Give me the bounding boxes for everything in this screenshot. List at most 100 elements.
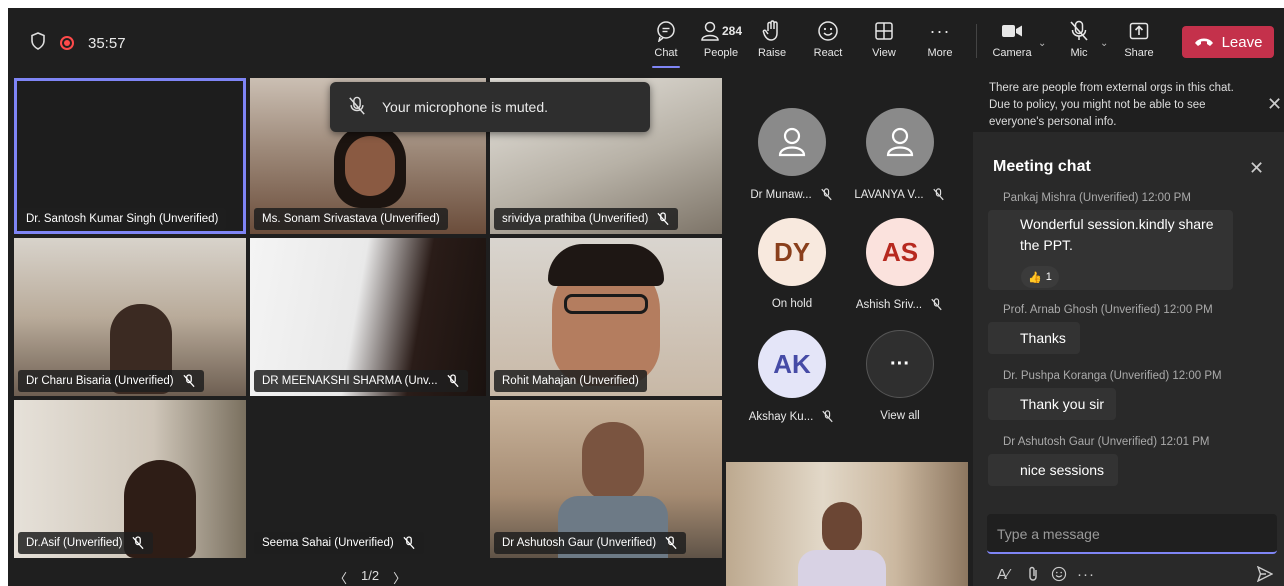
video-tile-5[interactable]: DR MEENAKSHI SHARMA (Unv... bbox=[250, 238, 486, 396]
video-tile-4[interactable]: Dr Charu Bisaria (Unverified) bbox=[14, 238, 246, 396]
raise-hand-button[interactable]: Raise bbox=[754, 18, 790, 68]
participant-avatar[interactable] bbox=[866, 108, 934, 176]
camera-button[interactable]: Camera bbox=[990, 18, 1034, 68]
camera-icon bbox=[1001, 18, 1023, 44]
message-meta: Dr Ashutosh Gaur (Unverified) 12:01 PM bbox=[1003, 436, 1210, 448]
participant-avatar-dy[interactable]: DY bbox=[758, 218, 826, 286]
react-label: React bbox=[813, 47, 843, 59]
people-button[interactable]: 284 People bbox=[696, 18, 746, 68]
meeting-timer: 35:57 bbox=[88, 34, 126, 52]
chat-icon bbox=[655, 18, 677, 44]
participant-avatar[interactable] bbox=[758, 108, 826, 176]
gallery-pager: 〈 1/2 〉 bbox=[334, 568, 406, 586]
camera-options-chevron-icon[interactable]: ⌄ bbox=[1038, 38, 1046, 49]
video-tile-1[interactable]: Dr. Santosh Kumar Singh (Unverified) bbox=[14, 78, 246, 234]
person-icon bbox=[778, 127, 806, 157]
prev-page-button[interactable]: 〈 bbox=[334, 568, 347, 586]
mic-off-icon bbox=[348, 96, 366, 119]
meeting-status: 35:57 bbox=[30, 32, 126, 54]
raise-hand-icon bbox=[762, 18, 782, 44]
format-icon[interactable]: A⁄ bbox=[997, 566, 1010, 583]
mic-off-icon bbox=[932, 188, 946, 202]
participant-name: Akshay Ku... bbox=[737, 410, 847, 424]
mic-off-icon bbox=[930, 298, 944, 312]
chat-message-3[interactable]: nice sessions bbox=[988, 454, 1119, 486]
tile-name-label: Ms. Sonam Srivastava (Unverified) bbox=[254, 208, 448, 230]
tile-name-label: DR MEENAKSHI SHARMA (Unv... bbox=[254, 370, 468, 392]
banner-text: There are people from external orgs in t… bbox=[989, 82, 1234, 128]
mic-off-icon bbox=[821, 410, 835, 424]
chat-label: Chat bbox=[654, 47, 678, 59]
participant-name: On hold bbox=[771, 298, 813, 310]
view-label: View bbox=[872, 47, 896, 59]
share-label: Share bbox=[1124, 47, 1154, 59]
page-indicator: 1/2 bbox=[361, 568, 380, 583]
next-page-button[interactable]: 〉 bbox=[393, 568, 406, 586]
raise-label: Raise bbox=[757, 47, 787, 59]
mic-options-chevron-icon[interactable]: ⌄ bbox=[1100, 38, 1108, 49]
participant-avatar-ak[interactable]: AK bbox=[758, 330, 826, 398]
video-tile-9[interactable]: Dr Ashutosh Gaur (Unverified) bbox=[490, 400, 722, 558]
emoji-icon[interactable] bbox=[1051, 566, 1067, 586]
leave-button[interactable]: Leave bbox=[1182, 26, 1274, 58]
video-tile-7[interactable]: Dr.Asif (Unverified) bbox=[14, 400, 246, 558]
message-meta: Pankaj Mishra (Unverified) 12:00 PM bbox=[1003, 192, 1191, 204]
mic-off-icon bbox=[1069, 18, 1089, 44]
more-label: More bbox=[927, 47, 953, 59]
teams-meeting-window: 35:57 Chat 284 People Raise React View ·… bbox=[8, 8, 1284, 586]
video-tile-6[interactable]: Rohit Mahajan (Unverified) bbox=[490, 238, 722, 396]
participant-avatar-as[interactable]: AS bbox=[866, 218, 934, 286]
tile-name-label: Dr Ashutosh Gaur (Unverified) bbox=[494, 532, 687, 554]
tile-name-label: Dr. Santosh Kumar Singh (Unverified) bbox=[18, 208, 227, 230]
people-label: People bbox=[703, 47, 739, 59]
video-tile-8[interactable]: Seema Sahai (Unverified) bbox=[250, 400, 486, 558]
participant-name: LAVANYA V... bbox=[845, 188, 955, 202]
view-all-button[interactable]: ··· bbox=[866, 330, 934, 398]
share-button[interactable]: Share bbox=[1122, 18, 1156, 68]
message-input[interactable]: Type a message bbox=[987, 514, 1277, 554]
person-icon bbox=[886, 127, 914, 157]
mic-off-icon bbox=[446, 374, 460, 388]
mic-off-icon bbox=[656, 212, 670, 226]
view-all-label: View all bbox=[880, 410, 920, 422]
leave-label: Leave bbox=[1221, 33, 1263, 51]
message-meta: Dr. Pushpa Koranga (Unverified) 12:00 PM bbox=[1003, 370, 1222, 382]
meeting-toolbar: 35:57 Chat 284 People Raise React View ·… bbox=[8, 8, 1284, 74]
send-icon[interactable] bbox=[1256, 565, 1274, 586]
mic-label: Mic bbox=[1070, 47, 1088, 59]
toolbar-divider bbox=[976, 24, 977, 58]
phone-hangup-icon bbox=[1194, 34, 1214, 51]
toast-text: Your microphone is muted. bbox=[382, 99, 549, 115]
close-chat-icon[interactable]: ✕ bbox=[1249, 158, 1264, 179]
chat-button[interactable]: Chat bbox=[648, 18, 684, 68]
react-button[interactable]: React bbox=[810, 18, 846, 68]
recording-icon bbox=[60, 36, 74, 50]
mic-off-icon bbox=[131, 536, 145, 550]
tile-name-label: Seema Sahai (Unverified) bbox=[254, 532, 424, 554]
mic-off-icon bbox=[820, 188, 834, 202]
mic-button[interactable]: Mic bbox=[1064, 18, 1094, 68]
chat-message-1[interactable]: Thanks bbox=[988, 322, 1080, 354]
glasses bbox=[564, 294, 648, 314]
tile-name-label: srividya prathiba (Unverified) bbox=[494, 208, 679, 230]
more-icon: ··· bbox=[929, 20, 951, 41]
shield-icon bbox=[30, 32, 46, 54]
camera-label: Camera bbox=[992, 47, 1032, 59]
reaction-chip[interactable]: 👍 1 bbox=[1021, 266, 1059, 288]
attach-icon[interactable] bbox=[1027, 566, 1039, 586]
grid-view-icon bbox=[874, 18, 894, 44]
close-banner-icon[interactable]: ✕ bbox=[1267, 94, 1282, 115]
chat-message-2[interactable]: Thank you sir bbox=[988, 388, 1117, 420]
mic-off-icon bbox=[664, 536, 678, 550]
self-view-video[interactable] bbox=[726, 462, 968, 586]
more-options-icon[interactable]: ··· bbox=[1077, 566, 1095, 583]
external-orgs-banner: There are people from external orgs in t… bbox=[973, 74, 1284, 132]
participant-name: Dr Munaw... bbox=[737, 188, 847, 202]
more-button[interactable]: ··· More bbox=[922, 18, 958, 68]
view-button[interactable]: View bbox=[868, 18, 900, 68]
mic-off-icon bbox=[402, 536, 416, 550]
smiley-icon bbox=[817, 18, 839, 44]
message-meta: Prof. Arnab Ghosh (Unverified) 12:00 PM bbox=[1003, 304, 1213, 316]
meeting-chat-panel: There are people from external orgs in t… bbox=[973, 74, 1284, 586]
chat-title: Meeting chat bbox=[993, 158, 1091, 175]
